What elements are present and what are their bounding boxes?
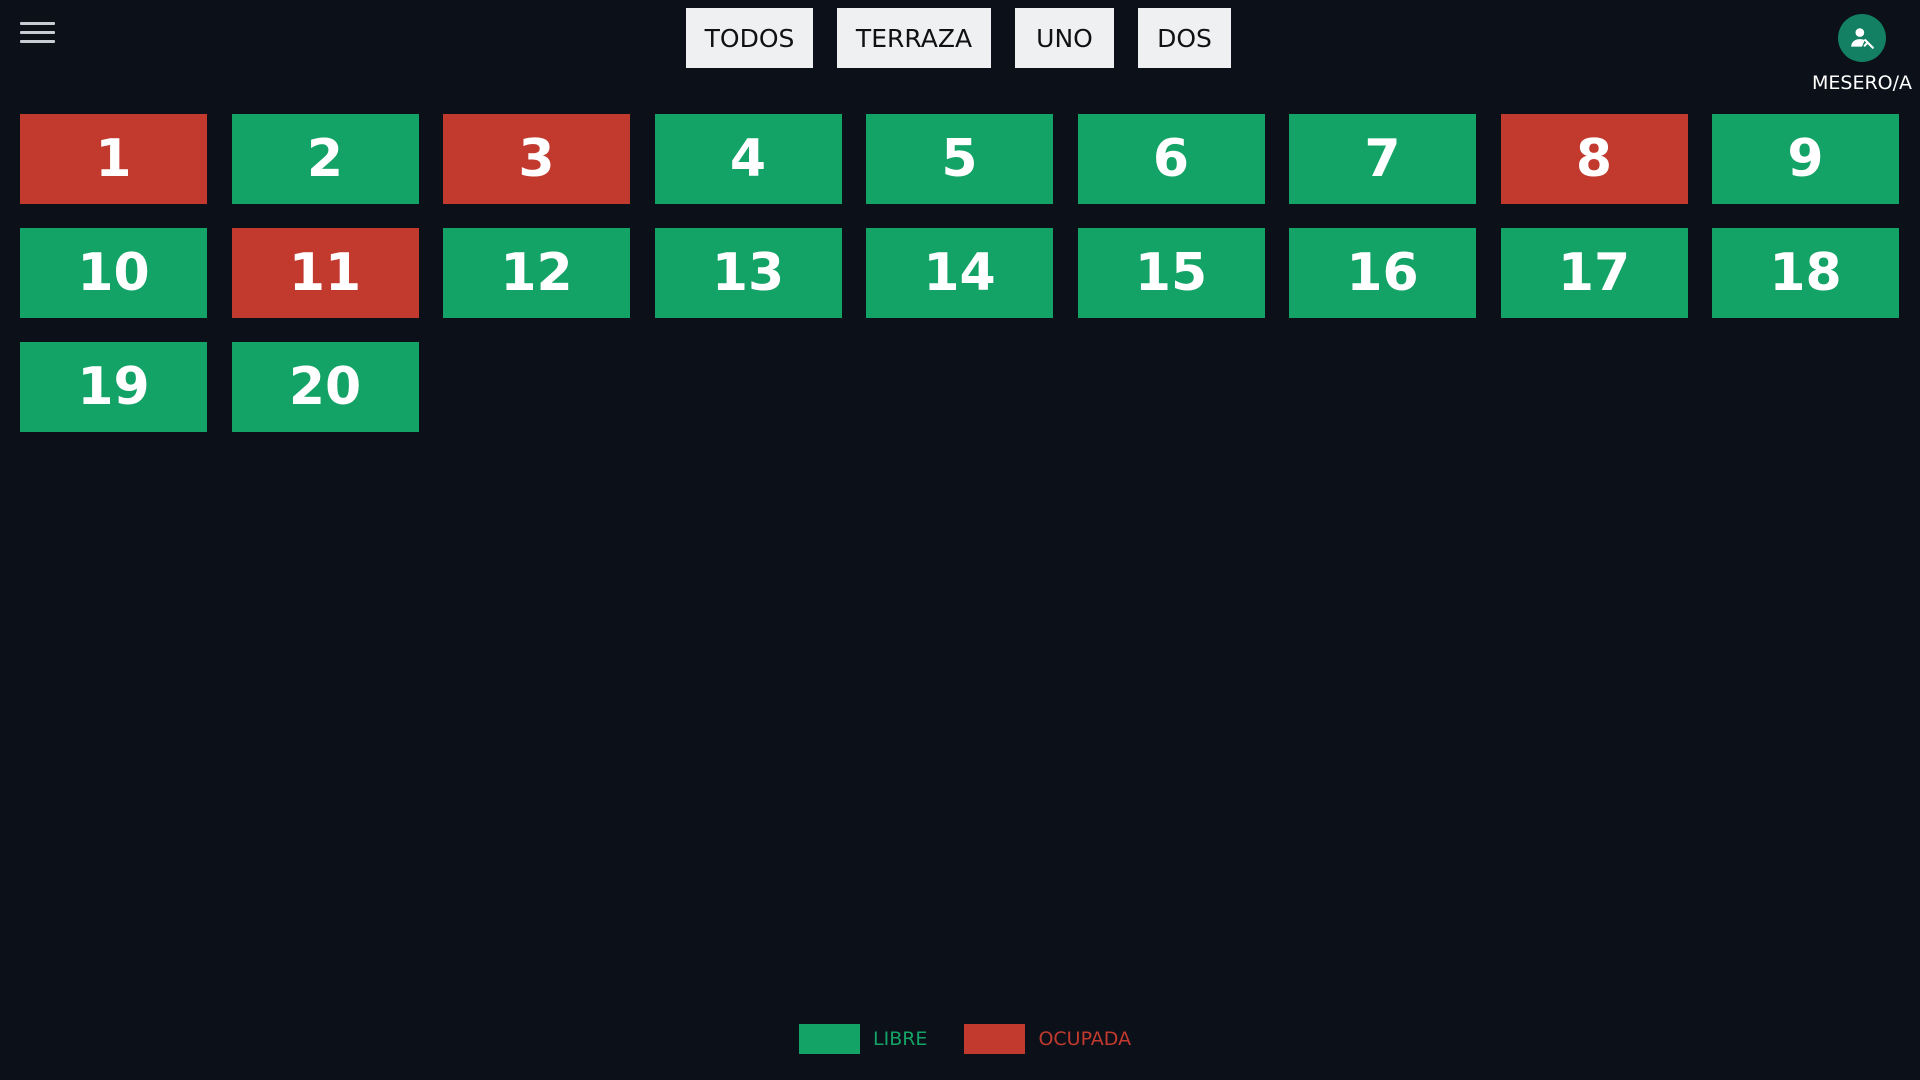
- tables-grid: 1 2 3 4 5 6 7 8 9 10 11 12 13 14 15 16 17 18 19 20: [20, 114, 1899, 432]
- table-tile-3[interactable]: 3: [443, 114, 630, 204]
- filter-todos-button[interactable]: TODOS: [686, 8, 813, 68]
- table-tile-2[interactable]: 2: [231, 114, 419, 204]
- status-legend: LIBRE OCUPADA: [799, 1024, 1168, 1054]
- menu-line: [20, 39, 55, 43]
- table-tile-19[interactable]: 19: [20, 342, 207, 432]
- hamburger-menu-icon[interactable]: [20, 12, 64, 52]
- table-tile-18[interactable]: 18: [1712, 228, 1899, 318]
- table-tile-16[interactable]: 16: [1289, 228, 1476, 318]
- legend-swatch-libre: [799, 1024, 860, 1054]
- table-tile-10[interactable]: 10: [20, 228, 207, 318]
- table-tile-8[interactable]: 8: [1500, 114, 1688, 204]
- table-tile-13[interactable]: 13: [654, 228, 842, 318]
- filter-terraza-button[interactable]: TERRAZA: [837, 8, 991, 68]
- table-tile-1[interactable]: 1: [20, 114, 207, 204]
- app-root: TODOS TERRAZA UNO DOS MESERO/A 123456789…: [0, 0, 1920, 1080]
- table-tile-6[interactable]: 6: [1077, 114, 1265, 204]
- filter-dos-button[interactable]: DOS: [1138, 8, 1231, 68]
- table-tile-20[interactable]: 20: [231, 342, 419, 432]
- table-tile-15[interactable]: 15: [1077, 228, 1265, 318]
- table-tile-4[interactable]: 4: [654, 114, 842, 204]
- user-role-label: MESERO/A: [1811, 72, 1913, 94]
- person-icon: [1851, 28, 1874, 49]
- legend-label-libre: LIBRE: [873, 1028, 928, 1050]
- table-tile-9[interactable]: 9: [1712, 114, 1899, 204]
- legend-item-ocupada: OCUPADA: [964, 1024, 1131, 1054]
- area-filter-bar: TODOS TERRAZA UNO DOS: [686, 8, 1231, 68]
- table-tile-12[interactable]: 12: [443, 228, 630, 318]
- legend-label-ocupada: OCUPADA: [1038, 1028, 1132, 1050]
- table-tile-5[interactable]: 5: [866, 114, 1053, 204]
- table-tile-17[interactable]: 17: [1500, 228, 1688, 318]
- avatar[interactable]: [1838, 14, 1886, 62]
- menu-line: [20, 21, 55, 25]
- user-menu: MESERO/A: [1812, 14, 1912, 94]
- filter-uno-button[interactable]: UNO: [1015, 8, 1114, 68]
- menu-line: [20, 30, 55, 34]
- table-tile-14[interactable]: 14: [866, 228, 1053, 318]
- table-tile-7[interactable]: 7: [1289, 114, 1476, 204]
- legend-swatch-ocupada: [964, 1024, 1026, 1054]
- table-tile-11[interactable]: 11: [231, 228, 419, 318]
- legend-item-libre: LIBRE: [799, 1024, 927, 1054]
